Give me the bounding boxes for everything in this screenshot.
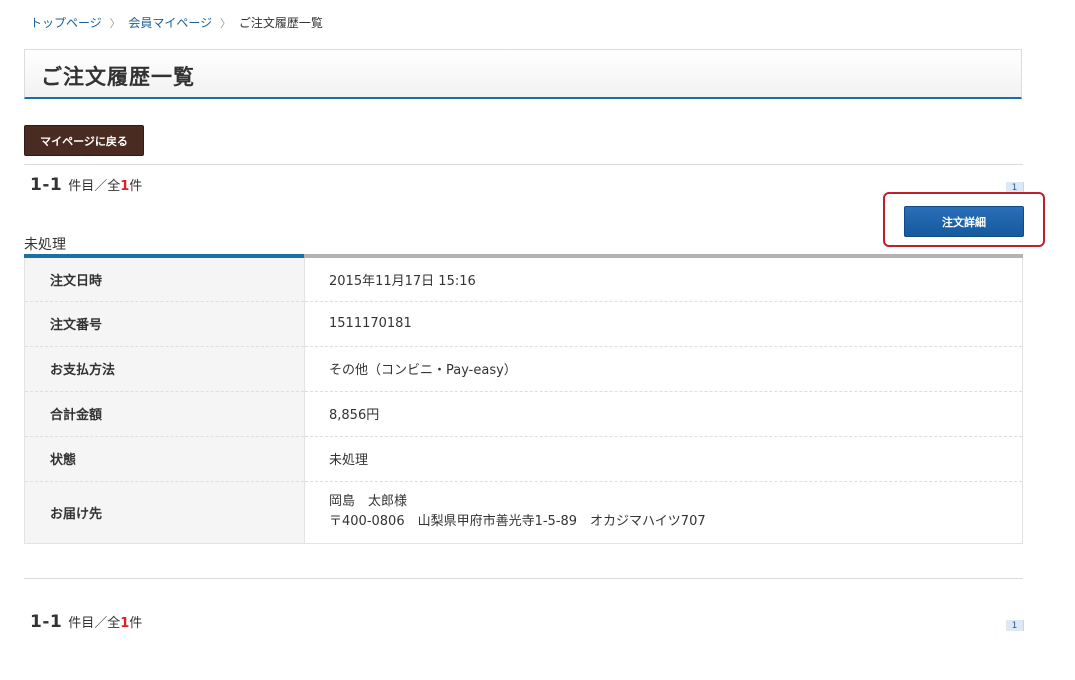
status-label: 状態 — [24, 436, 305, 482]
total-amount-value: 8,856円 — [304, 391, 1023, 437]
order-date-value: 2015年11月17日 15:16 — [304, 256, 1023, 302]
table-row: 状態 未処理 — [24, 436, 1023, 482]
divider-top — [24, 164, 1023, 165]
order-number-label: 注文番号 — [24, 301, 305, 347]
breadcrumb-current: ご注文履歴一覧 — [238, 16, 323, 30]
result-range: 1-1 — [30, 612, 63, 632]
status-value: 未処理 — [304, 436, 1023, 482]
table-row: お届け先 岡島 太郎様 〒400-0806 山梨県甲府市善光寺1-5-89 オカ… — [24, 481, 1023, 544]
breadcrumb-mypage-link[interactable]: 会員マイページ — [128, 16, 212, 30]
result-total: 1 — [120, 179, 130, 194]
breadcrumb-separator: 〉 — [109, 17, 121, 30]
back-to-mypage-button[interactable]: マイページに戻る — [24, 125, 144, 156]
result-count-top: 1-1 件目／全1件 — [30, 175, 142, 195]
order-date-label: 注文日時 — [24, 256, 305, 302]
pagination-page-1-bottom[interactable]: 1 — [1006, 620, 1024, 631]
breadcrumb-top-link[interactable]: トップページ — [30, 16, 102, 30]
result-count-text: 件目／全 — [68, 179, 121, 194]
total-amount-label: 合計金額 — [24, 391, 305, 437]
delivery-address-label: お届け先 — [24, 481, 305, 544]
order-detail-button[interactable]: 注文詳細 — [904, 206, 1024, 237]
order-status-label: 未処理 — [24, 237, 66, 253]
page: トップページ 〉 会員マイページ 〉 ご注文履歴一覧 ご注文履歴一覧 マイページ… — [0, 0, 1075, 680]
payment-method-label: お支払方法 — [24, 346, 305, 392]
result-count-text: 件目／全 — [68, 616, 121, 631]
table-row: お支払方法 その他（コンビニ・Pay-easy） — [24, 346, 1023, 392]
result-count-suffix: 件 — [129, 179, 143, 194]
recipient-address: 〒400-0806 山梨県甲府市善光寺1-5-89 オカジマハイツ707 — [329, 514, 706, 529]
payment-method-value: その他（コンビニ・Pay-easy） — [304, 346, 1023, 392]
divider-bottom — [24, 578, 1023, 579]
tab-accent-bar — [24, 254, 304, 258]
breadcrumb: トップページ 〉 会員マイページ 〉 ご注文履歴一覧 — [30, 14, 323, 31]
delivery-address-cell: 岡島 太郎様 〒400-0806 山梨県甲府市善光寺1-5-89 オカジマハイツ… — [304, 481, 1023, 544]
recipient-name: 岡島 太郎様 — [329, 494, 408, 509]
order-table: 注文日時 2015年11月17日 15:16 注文番号 1511170181 お… — [24, 254, 1023, 544]
table-row: 注文番号 1511170181 — [24, 301, 1023, 347]
result-total: 1 — [120, 616, 130, 631]
page-title-box: ご注文履歴一覧 — [24, 49, 1022, 99]
table-row: 合計金額 8,856円 — [24, 391, 1023, 437]
table-row: 注文日時 2015年11月17日 15:16 — [24, 256, 1023, 302]
result-count-suffix: 件 — [129, 616, 143, 631]
order-number-value: 1511170181 — [304, 301, 1023, 347]
breadcrumb-separator: 〉 — [220, 17, 232, 30]
result-count-bottom: 1-1 件目／全1件 — [30, 612, 142, 632]
page-title: ご注文履歴一覧 — [41, 65, 195, 89]
result-range: 1-1 — [30, 175, 63, 195]
